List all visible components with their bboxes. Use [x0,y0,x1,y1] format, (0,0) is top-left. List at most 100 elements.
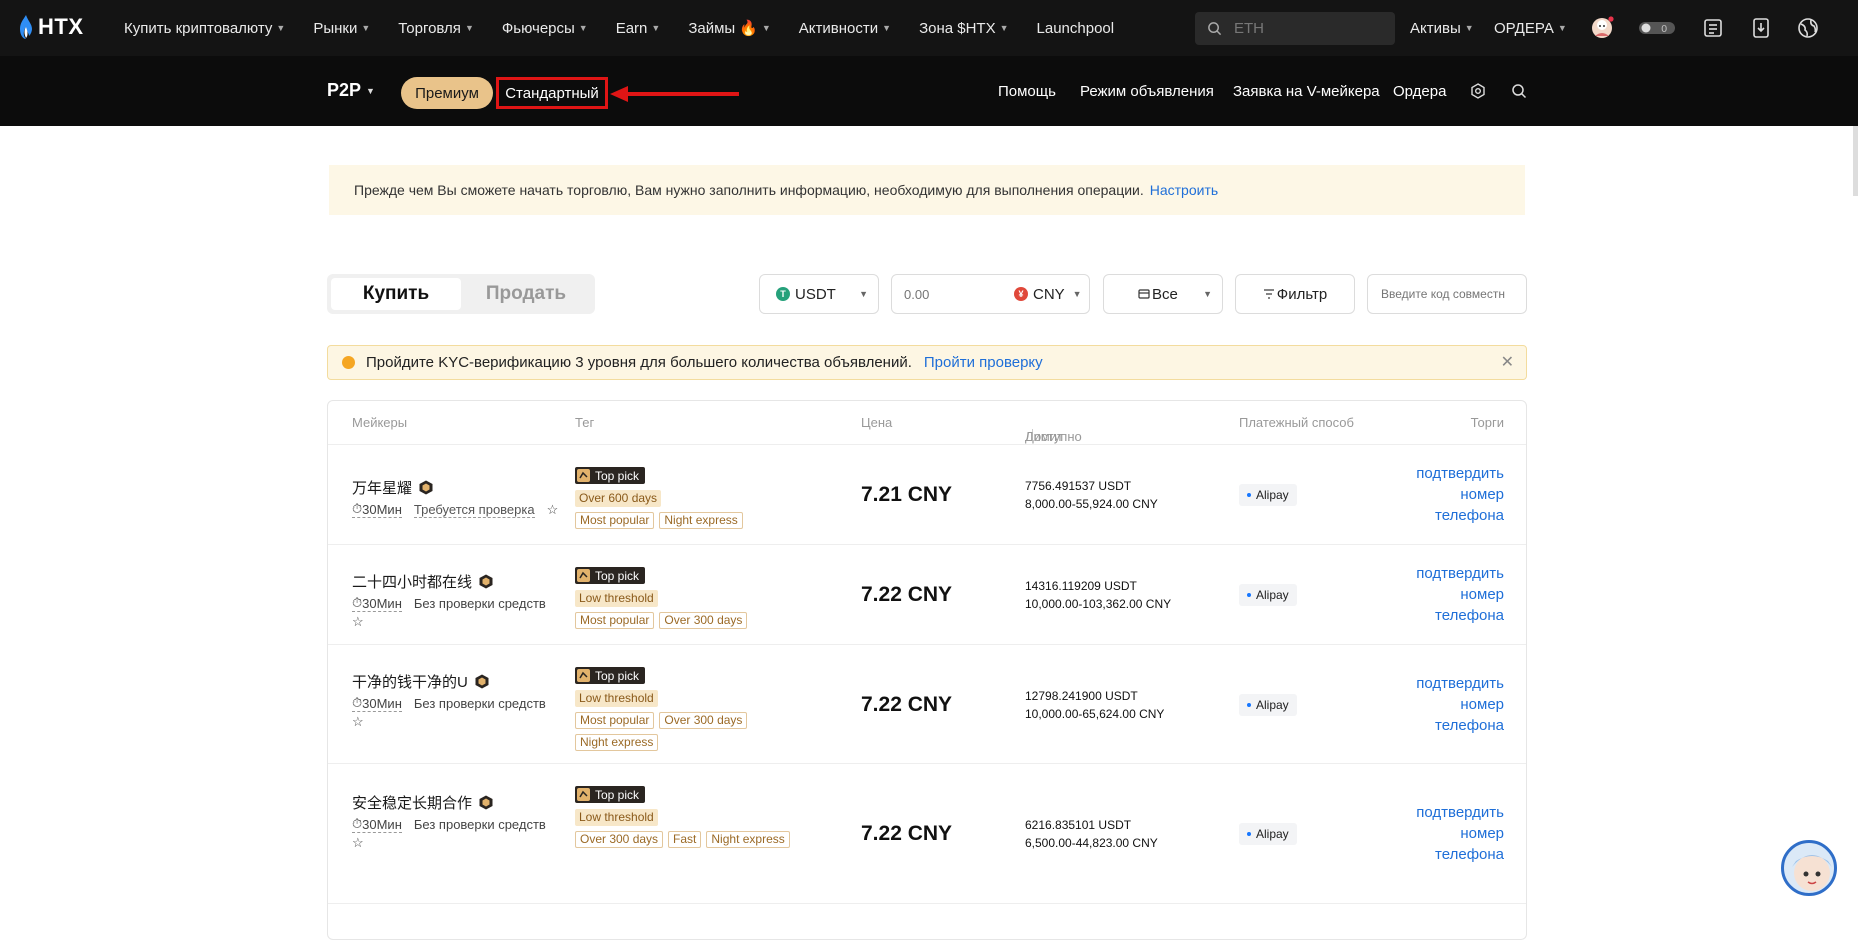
warning-dot-icon [342,356,355,369]
orders-link[interactable]: Ордера [1393,56,1446,126]
tag-line: Over 300 days Fast Night express [575,831,815,848]
assets-menu[interactable]: Активы ▼ [1410,0,1474,56]
tag-line: Most popular Over 300 days [575,612,815,629]
ad-tag: Night express [575,734,659,751]
available-amount: 7756.491537 USDT [1025,479,1132,493]
kyc-text: Пройдите KYC-верификацию 3 уровня для бо… [366,354,912,371]
nav-item-7[interactable]: Зона $HTX ▼ [919,20,1008,37]
nav-item-8[interactable]: Launchpool [1037,20,1115,37]
verify-phone-link[interactable]: подтвердить номер телефона [1394,463,1504,526]
table-row: 安全稳定长期合作 ⏱ 30Мин Без проверки средств ☆ Top p… [328,764,1526,904]
filter-button[interactable]: Фильтр [1235,274,1355,314]
verify-phone-link[interactable]: подтвердить номер телефона [1394,802,1504,865]
payment-method: Alipay [1256,827,1289,841]
nav-item-5[interactable]: Займы 🔥 ▼ [688,19,770,38]
ad-price: 7.22 CNY [861,583,953,606]
v-maker-application-link[interactable]: Заявка на V-мейкера [1233,56,1380,126]
p2p-menu[interactable]: P2P ▼ [327,80,375,101]
maker-meta: ⏱ 30Мин Без проверки средств ☆ [352,595,562,630]
limit-range: 10,000.00-103,362.00 CNY [1025,597,1172,611]
tag-column: Top pick Low threshold Most popular Over 30… [575,567,815,629]
tag-line: Low threshold [575,690,815,707]
tag-line: Most popular Over 300 days [575,712,815,729]
ad-tag: Low threshold [575,590,658,607]
caret-down-icon: ▼ [464,23,474,33]
nav-item-0[interactable]: Купить криптовалюту ▼ [124,20,285,37]
header-trades: Торги [1470,415,1504,430]
payment-dot-icon [1247,593,1251,597]
ads-table: Мейкеры Тег Цена Доступно Лимит Платежный… [327,400,1527,940]
table-row: 二十四小时都在线 ⏱ 30Мин Без проверки средств ☆ Top p… [328,545,1526,645]
close-icon[interactable]: ✕ [1501,355,1514,371]
ad-tag: Most popular [575,712,655,729]
header-limit: Лимит [1025,429,1063,444]
availability: 12798.241900 USDT 10,000.00-65,624.00 CNY [1025,687,1164,723]
ad-tag: Over 300 days [659,612,748,629]
standard-tab-highlighted[interactable]: Стандартный [496,77,608,109]
sell-tab[interactable]: Продать [461,278,591,310]
premium-tab[interactable]: Премиум [401,77,493,109]
kyc-verify-link[interactable]: Пройти проверку [924,354,1043,371]
favorite-star-icon[interactable]: ☆ [547,502,559,518]
limit-range: 10,000.00-65,624.00 CNY [1025,706,1165,721]
maker-meta: ⏱ 30Мин Требуется проверка ☆ [352,501,562,518]
favorite-star-icon[interactable]: ☆ [352,835,562,851]
maker-name[interactable]: 干净的钱干净的U [352,671,489,692]
payment-select[interactable]: Все ▼ [1103,274,1223,314]
maker-name[interactable]: 安全稳定长期合作 [352,792,493,813]
setup-link[interactable]: Настроить [1150,182,1218,198]
nav-item-label: Earn [615,19,648,37]
verify-phone-link[interactable]: подтвердить номер телефона [1394,563,1504,626]
download-icon[interactable] [1749,16,1773,40]
payment-method: Alipay [1256,488,1289,502]
tag-column: Top pick Over 600 days Most popular Night e… [575,467,815,529]
favorite-star-icon[interactable]: ☆ [352,714,562,730]
verified-badge-icon [479,574,493,589]
toggle-icon[interactable]: 0 [1637,16,1677,40]
red-annotation-arrow [610,86,739,102]
search-icon[interactable] [1511,83,1527,99]
maker-name[interactable]: 万年星耀 [352,477,433,498]
global-search[interactable] [1195,12,1395,45]
globe-icon[interactable] [1796,16,1820,40]
brand-name: HTX [38,14,84,39]
caret-down-icon: ▼ [999,23,1009,33]
ad-mode-link[interactable]: Режим объявления [1080,56,1214,126]
available-amount: 14316.119209 USDT [1025,579,1137,593]
maker-name[interactable]: 二十四小时都在线 [352,571,493,592]
clock-icon: ⏱ [352,816,363,831]
nav-item-2[interactable]: Торговля ▼ [398,20,474,37]
collab-code-input[interactable] [1381,287,1516,301]
verify-phone-link[interactable]: подтвердить номер телефона [1394,673,1504,736]
buy-tab[interactable]: Купить [331,278,461,310]
htx-logo[interactable]: HTX [18,14,84,40]
page-scrollbar[interactable] [1853,126,1858,196]
coin-select[interactable]: T USDT ▼ [759,274,879,314]
top-pick-badge: Top pick [575,667,646,684]
orders-menu[interactable]: ОРДЕРА ▼ [1494,0,1567,56]
nav-item-3[interactable]: Фьючерсы ▼ [502,20,588,37]
top-navigation: HTX Купить криптовалюту ▼ Рынки ▼ Торговля ▼ Ф… [0,0,1858,56]
support-avatar-button[interactable] [1781,840,1837,896]
nav-item-6[interactable]: Активности ▼ [799,20,891,37]
verified-badge-icon [419,480,433,495]
amount-input[interactable] [904,286,1004,302]
notes-icon[interactable] [1701,16,1725,40]
available-amount: 6216.835101 USDT [1025,818,1132,832]
tag-column: Top pick Low threshold Most popular Over 30… [575,667,815,751]
avatar-icon[interactable] [1590,16,1614,40]
top-pick-label: Top pick [595,787,640,802]
search-input[interactable] [1234,20,1374,37]
tag-line: Night express [575,734,815,751]
fiat-value: CNY [1033,285,1065,303]
nav-item-1[interactable]: Рынки ▼ [313,20,370,37]
flame-logo-icon [20,15,32,39]
amount-field[interactable]: ¥ CNY ▼ [891,274,1090,314]
nav-item-4[interactable]: Earn ▼ [616,20,661,37]
payment-method-badge: Alipay [1239,484,1297,506]
favorite-star-icon[interactable]: ☆ [352,614,562,630]
code-field[interactable] [1367,274,1527,314]
caret-down-icon: ▼ [1072,289,1082,299]
settings-icon[interactable] [1470,83,1486,99]
help-link[interactable]: Помощь [998,56,1056,126]
